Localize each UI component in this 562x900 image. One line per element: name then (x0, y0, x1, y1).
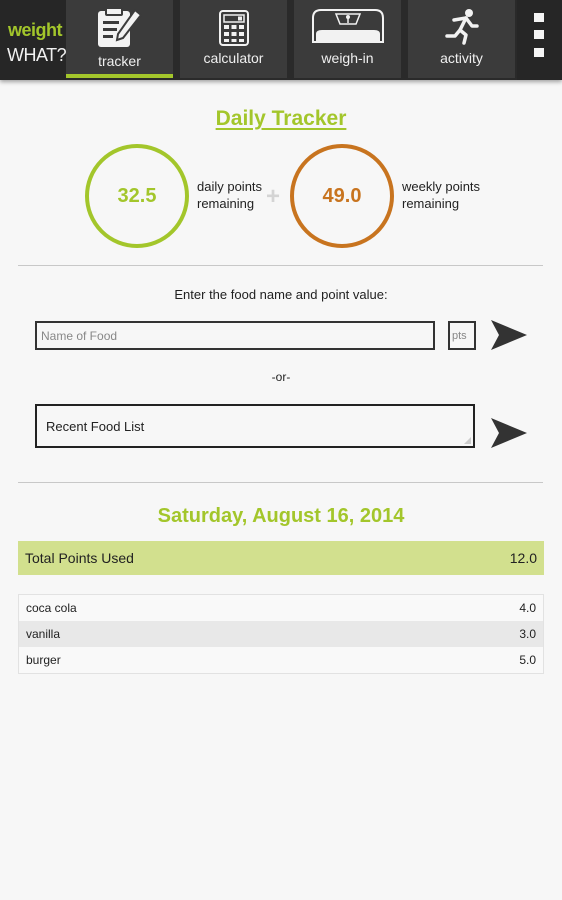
calculator-icon (218, 6, 249, 51)
log-date: Saturday, August 16, 2014 (157, 505, 405, 527)
top-nav-bar: weight WHAT? tracker calculator weigh-in… (0, 0, 562, 80)
points-input[interactable] (448, 321, 476, 350)
tab-tracker-label: tracker (98, 53, 141, 69)
food-item-name: burger (26, 653, 61, 667)
dropdown-corner-icon (464, 437, 471, 444)
overflow-menu-icon-dot (534, 48, 544, 57)
weekly-label-line1: weekly points (402, 179, 481, 194)
daily-label-line1: daily points (197, 179, 263, 194)
notepad-pencil-icon (95, 6, 145, 55)
logo-text-what: WHAT? (7, 45, 67, 65)
tab-weigh-in-label: weigh-in (321, 50, 374, 66)
logo-text-weight: weight (8, 20, 63, 40)
tab-calculator-label: calculator (203, 50, 264, 66)
active-tab-indicator (66, 74, 173, 78)
send-arrow-icon (491, 418, 527, 448)
food-log-list: coca cola 4.0 vanilla 3.0 burger 5.0 (18, 594, 544, 674)
tab-calculator[interactable]: calculator (180, 0, 287, 78)
overflow-menu-icon-dot (534, 30, 544, 39)
add-food-button[interactable] (491, 320, 527, 355)
recent-food-list-selected: Recent Food List (46, 419, 145, 434)
tab-activity[interactable]: activity (408, 0, 515, 78)
daily-label-line2: remaining (197, 196, 255, 211)
list-item[interactable]: vanilla 3.0 (19, 621, 543, 647)
food-name-input[interactable] (35, 321, 435, 350)
or-separator: -or- (271, 370, 291, 384)
plus-icon: + (266, 183, 281, 210)
tab-weigh-in[interactable]: weigh-in (294, 0, 401, 78)
daily-points-value: 32.5 (117, 184, 157, 207)
food-item-points: 5.0 (519, 653, 536, 667)
overflow-menu-icon (534, 13, 544, 22)
total-points-bar: Total Points Used 12.0 (18, 541, 544, 575)
daily-points-label: daily points remaining (197, 178, 262, 212)
recent-food-list-dropdown[interactable]: Recent Food List (35, 404, 475, 448)
overflow-menu-button[interactable] (517, 0, 562, 80)
running-person-icon (444, 6, 480, 51)
send-arrow-icon (491, 320, 527, 350)
scale-icon (310, 6, 386, 49)
app-logo: weight WHAT? (0, 0, 67, 80)
weekly-points-circle: 49.0 (290, 144, 394, 248)
food-item-points: 3.0 (519, 627, 536, 641)
add-recent-food-button[interactable] (491, 418, 527, 453)
food-item-name: vanilla (26, 627, 61, 641)
page-title-wrapper: Daily Tracker (0, 107, 562, 131)
page-title: Daily Tracker (215, 107, 347, 130)
weekly-points-value: 49.0 (322, 184, 362, 207)
total-points-label: Total Points Used (25, 550, 134, 566)
divider (18, 482, 543, 483)
divider (18, 265, 543, 266)
weekly-label-line2: remaining (402, 196, 460, 211)
tab-activity-label: activity (440, 50, 483, 66)
list-item[interactable]: coca cola 4.0 (19, 595, 543, 621)
tab-tracker[interactable]: tracker (66, 0, 173, 78)
food-item-points: 4.0 (519, 601, 536, 615)
daily-points-circle: 32.5 (85, 144, 189, 248)
weekly-points-label: weekly points remaining (402, 178, 480, 212)
entry-prompt: Enter the food name and point value: (174, 287, 388, 302)
list-item[interactable]: burger 5.0 (19, 647, 543, 673)
total-points-value: 12.0 (509, 550, 537, 566)
food-item-name: coca cola (26, 601, 77, 615)
